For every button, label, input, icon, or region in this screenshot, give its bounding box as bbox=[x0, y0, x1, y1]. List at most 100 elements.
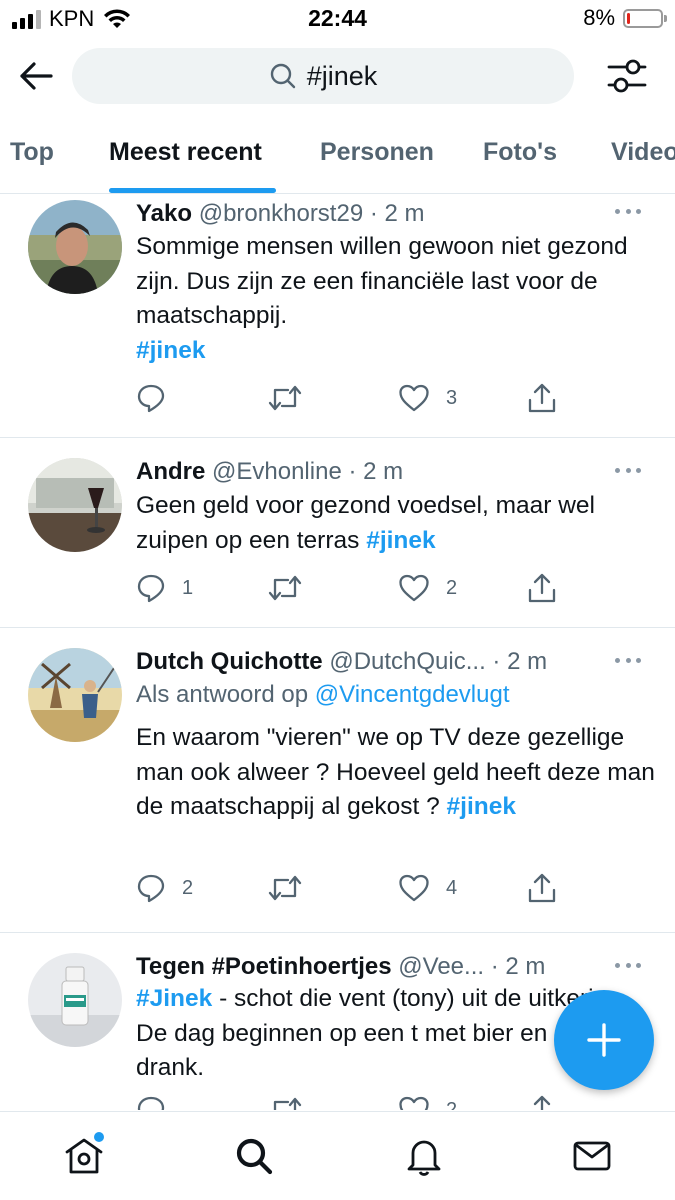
back-button[interactable] bbox=[16, 56, 56, 96]
like-button[interactable]: 4 bbox=[398, 871, 457, 905]
more-options-icon[interactable] bbox=[615, 658, 641, 666]
share-icon bbox=[528, 573, 556, 603]
battery-level-fill bbox=[627, 12, 630, 24]
status-time: 22:44 bbox=[308, 5, 367, 31]
tab-videos[interactable]: Video bbox=[611, 138, 675, 167]
tweet-time: · 2 m bbox=[369, 200, 425, 227]
heart-icon bbox=[399, 1096, 429, 1110]
reply-count: 1 bbox=[182, 576, 194, 599]
retweet-icon bbox=[268, 875, 302, 901]
retweet-button[interactable] bbox=[268, 871, 318, 905]
avatar-photo bbox=[28, 953, 122, 1047]
reply-button[interactable]: 2 bbox=[136, 871, 193, 905]
reply-mention-link[interactable]: @Vincentgdevlugt bbox=[315, 681, 510, 708]
tweet-time: · 2 m bbox=[348, 458, 404, 485]
tweet-header: Dutch Quichotte @DutchQuic... · 2 m bbox=[136, 648, 615, 676]
hashtag-link[interactable]: #jinek bbox=[447, 793, 516, 820]
hashtag-link[interactable]: #jinek bbox=[366, 527, 435, 554]
tweet-header: Tegen #Poetinhoertjes @Vee... · 2 m bbox=[136, 953, 615, 981]
tweet-body: En waarom "vieren" we op TV deze gezelli… bbox=[136, 724, 655, 820]
avatar-photo bbox=[28, 200, 122, 294]
tweet-text: En waarom "vieren" we op TV deze gezelli… bbox=[136, 721, 656, 825]
bell-icon bbox=[407, 1140, 441, 1176]
share-button[interactable] bbox=[526, 1093, 558, 1110]
tweet-header: Yako @bronkhorst29 · 2 m bbox=[136, 200, 615, 228]
arrow-left-icon bbox=[20, 62, 53, 90]
hashtag-link[interactable]: #Jinek bbox=[136, 985, 212, 1012]
reply-button[interactable] bbox=[136, 1093, 182, 1110]
share-icon bbox=[528, 383, 556, 413]
search-input[interactable]: #jinek bbox=[72, 48, 574, 104]
author-handle[interactable]: @bronkhorst29 bbox=[199, 200, 363, 227]
status-bar: KPN 22:44 8% bbox=[0, 0, 675, 40]
tab-photos[interactable]: Foto's bbox=[483, 138, 557, 167]
search-tabs: Top Meest recent Personen Foto's Video bbox=[0, 126, 675, 194]
search-header: #jinek bbox=[0, 40, 675, 112]
tweet[interactable]: Andre @Evhonline · 2 m Geen geld voor ge… bbox=[0, 438, 675, 628]
tweet-actions: 2 4 bbox=[136, 871, 566, 905]
active-tab-indicator bbox=[109, 188, 276, 193]
heart-icon bbox=[399, 874, 429, 902]
heart-icon bbox=[399, 574, 429, 602]
status-right: 8% bbox=[583, 5, 667, 31]
author-name[interactable]: Yako bbox=[136, 200, 192, 227]
author-name[interactable]: Tegen #Poetinhoertjes bbox=[136, 953, 392, 980]
reply-icon bbox=[137, 574, 165, 603]
more-options-icon[interactable] bbox=[615, 963, 641, 971]
tab-top[interactable]: Top bbox=[10, 138, 54, 167]
like-button[interactable]: 3 bbox=[398, 381, 457, 415]
nav-home[interactable] bbox=[62, 1132, 106, 1178]
retweet-icon bbox=[273, 1097, 302, 1110]
author-handle[interactable]: @DutchQuic... bbox=[329, 648, 485, 675]
timeline: Yako @bronkhorst29 · 2 m Sommige mensen … bbox=[0, 195, 675, 1110]
hashtag-link[interactable]: #jinek bbox=[136, 337, 205, 364]
author-handle[interactable]: @Evhonline bbox=[212, 458, 342, 485]
nav-notifications[interactable] bbox=[402, 1134, 446, 1178]
avatar[interactable] bbox=[28, 200, 122, 294]
author-name[interactable]: Dutch Quichotte bbox=[136, 648, 323, 675]
retweet-button[interactable] bbox=[268, 381, 318, 415]
compose-plus-icon bbox=[587, 1023, 621, 1057]
tweet-body: Sommige mensen willen gewoon niet gezond… bbox=[136, 233, 628, 329]
tweet[interactable]: Dutch Quichotte @DutchQuic... · 2 m Als … bbox=[0, 628, 675, 933]
share-button[interactable] bbox=[526, 871, 558, 905]
reply-button[interactable]: 1 bbox=[136, 571, 193, 605]
heart-icon bbox=[399, 384, 429, 412]
author-handle[interactable]: @Vee... bbox=[398, 953, 484, 980]
tweet[interactable]: Yako @bronkhorst29 · 2 m Sommige mensen … bbox=[0, 195, 675, 438]
search-query: #jinek bbox=[306, 60, 378, 91]
more-options-icon[interactable] bbox=[615, 209, 641, 217]
reply-icon bbox=[137, 384, 165, 413]
more-options-icon[interactable] bbox=[615, 468, 641, 476]
tab-people[interactable]: Personen bbox=[320, 138, 434, 167]
author-name[interactable]: Andre bbox=[136, 458, 205, 485]
retweet-button[interactable] bbox=[268, 571, 318, 605]
avatar-photo bbox=[28, 458, 122, 552]
like-count: 2 bbox=[446, 576, 458, 599]
like-button[interactable]: 2 bbox=[398, 571, 457, 605]
like-button[interactable]: 2 bbox=[398, 1093, 457, 1110]
nav-search[interactable] bbox=[232, 1134, 276, 1178]
mail-icon bbox=[573, 1141, 611, 1171]
avatar[interactable] bbox=[28, 953, 122, 1047]
search-icon bbox=[270, 63, 295, 89]
reply-count: 2 bbox=[182, 876, 194, 899]
retweet-button[interactable] bbox=[268, 1093, 318, 1110]
tweet-actions: 1 2 bbox=[136, 571, 566, 605]
tweet-actions: 2 bbox=[136, 1093, 566, 1110]
like-count: 2 bbox=[446, 1098, 458, 1111]
like-count: 4 bbox=[446, 876, 458, 899]
avatar[interactable] bbox=[28, 648, 122, 742]
compose-tweet-button[interactable] bbox=[554, 990, 654, 1090]
retweet-icon bbox=[268, 575, 302, 601]
reply-button[interactable] bbox=[136, 381, 182, 415]
tweet-text: Sommige mensen willen gewoon niet gezond… bbox=[136, 230, 656, 368]
search-filter-button[interactable] bbox=[605, 54, 649, 98]
avatar-photo bbox=[28, 648, 122, 742]
avatar[interactable] bbox=[28, 458, 122, 552]
share-button[interactable] bbox=[526, 381, 558, 415]
share-button[interactable] bbox=[526, 571, 558, 605]
nav-messages[interactable] bbox=[570, 1134, 614, 1178]
tab-latest[interactable]: Meest recent bbox=[109, 138, 262, 167]
battery-icon bbox=[623, 8, 667, 28]
